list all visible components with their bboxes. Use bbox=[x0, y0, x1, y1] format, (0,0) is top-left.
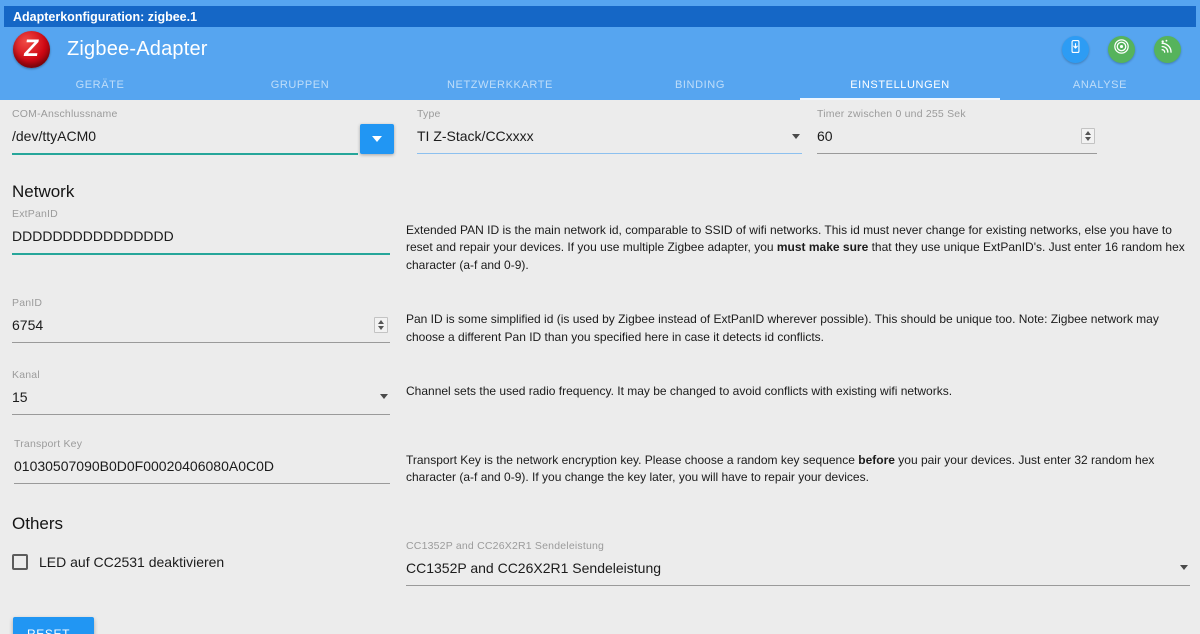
led-disable-checkbox[interactable] bbox=[12, 553, 28, 570]
window-titlebar: Adapterkonfiguration: zigbee.1 bbox=[4, 6, 1196, 27]
top-field-row: COM-Anschlussname Type TI Z-Stack/CCxxxx… bbox=[12, 108, 1190, 155]
transport-key-description: Transport Key is the network encryption … bbox=[406, 452, 1155, 485]
com-port-input[interactable] bbox=[12, 121, 358, 155]
tab-netzwerkkarte[interactable]: NETZWERKKARTE bbox=[400, 71, 600, 100]
others-row: LED auf CC2531 deaktivieren CC1352P and … bbox=[12, 540, 1190, 586]
tx-power-value: CC1352P and CC26X2R1 Sendeleistung bbox=[406, 559, 662, 576]
coordinator-type-field: Type TI Z-Stack/CCxxxx bbox=[417, 108, 802, 155]
channel-description: Channel sets the used radio frequency. I… bbox=[406, 383, 953, 398]
extpanid-group: ExtPanID Extended PAN ID is the main net… bbox=[12, 208, 1190, 274]
timer-field: Timer zwischen 0 und 255 Sek bbox=[817, 108, 1097, 155]
chevron-down-icon bbox=[1180, 565, 1188, 571]
window-title: Adapterkonfiguration: zigbee.1 bbox=[13, 9, 198, 24]
pairing-button[interactable] bbox=[1108, 35, 1135, 63]
channel-value: 15 bbox=[12, 388, 28, 405]
number-stepper-icon[interactable] bbox=[1081, 128, 1095, 144]
led-checkbox-field: LED auf CC2531 deaktivieren bbox=[12, 540, 390, 570]
firmware-update-icon bbox=[1068, 39, 1083, 59]
panid-label: PanID bbox=[12, 297, 43, 310]
zigbee-logo-letter: Z bbox=[22, 35, 41, 62]
led-disable-label[interactable]: LED auf CC2531 deaktivieren bbox=[39, 554, 224, 570]
tab-analyse[interactable]: ANALYSE bbox=[1000, 71, 1200, 100]
channel-select[interactable]: 15 bbox=[12, 382, 390, 415]
transport-key-input[interactable] bbox=[14, 450, 390, 484]
coordinator-type-select[interactable]: TI Z-Stack/CCxxxx bbox=[417, 121, 802, 154]
settings-panel: COM-Anschlussname Type TI Z-Stack/CCxxxx… bbox=[0, 100, 1200, 634]
tx-power-label: CC1352P and CC26X2R1 Sendeleistung bbox=[406, 539, 605, 552]
transport-key-group: Transport Key Transport Key is the netwo… bbox=[12, 438, 1190, 487]
chevron-down-icon bbox=[372, 136, 382, 142]
number-stepper-icon[interactable] bbox=[374, 317, 388, 334]
tx-power-select[interactable]: CC1352P and CC26X2R1 Sendeleistung bbox=[406, 553, 1190, 586]
extpanid-description: Extended PAN ID is the main network id, … bbox=[406, 223, 1185, 272]
tab-einstellungen[interactable]: EINSTELLUNGEN bbox=[800, 71, 1000, 100]
tab-binding[interactable]: BINDING bbox=[600, 71, 800, 100]
chevron-down-icon bbox=[380, 394, 388, 400]
panid-description: Pan ID is some simplified id (is used by… bbox=[406, 312, 1159, 344]
coordinator-type-label: Type bbox=[417, 108, 441, 120]
pairing-icon bbox=[1113, 38, 1130, 60]
header-main: Z Zigbee-Adapter bbox=[0, 27, 1200, 71]
timer-label: Timer zwischen 0 und 255 Sek bbox=[817, 108, 966, 120]
touchlink-icon bbox=[1159, 38, 1176, 60]
network-section-heading: Network bbox=[12, 182, 75, 201]
com-port-dropdown-button[interactable] bbox=[360, 124, 394, 154]
coordinator-type-value: TI Z-Stack/CCxxxx bbox=[417, 128, 534, 144]
timer-input[interactable] bbox=[817, 123, 1081, 149]
others-section-heading: Others bbox=[12, 513, 64, 533]
tab-geraete[interactable]: GERÄTE bbox=[0, 71, 200, 100]
panid-group: PanID Pan ID is some simplified id (is u… bbox=[12, 297, 1190, 346]
adapter-config-window: Adapterkonfiguration: zigbee.1 Z Zigbee-… bbox=[0, 0, 1200, 634]
channel-label: Kanal bbox=[12, 368, 40, 381]
extpanid-input[interactable] bbox=[12, 221, 390, 255]
page-title: Zigbee-Adapter bbox=[67, 37, 208, 60]
tab-gruppen[interactable]: GRUPPEN bbox=[200, 71, 400, 100]
reset-button[interactable]: RESET... bbox=[13, 616, 95, 634]
com-port-field: COM-Anschlussname bbox=[12, 108, 404, 155]
touchlink-button[interactable] bbox=[1154, 35, 1181, 63]
firmware-update-button[interactable] bbox=[1062, 35, 1089, 63]
panid-input[interactable] bbox=[12, 312, 374, 339]
tx-power-field: CC1352P and CC26X2R1 Sendeleistung CC135… bbox=[406, 540, 1190, 586]
header: Adapterkonfiguration: zigbee.1 Z Zigbee-… bbox=[0, 0, 1200, 100]
header-actions bbox=[1062, 35, 1187, 63]
extpanid-label: ExtPanID bbox=[12, 208, 58, 220]
transport-key-label: Transport Key bbox=[14, 437, 83, 450]
com-port-label: COM-Anschlussname bbox=[12, 108, 118, 120]
chevron-down-icon bbox=[792, 133, 800, 139]
zigbee-logo: Z bbox=[13, 30, 50, 68]
tab-bar: GERÄTE GRUPPEN NETZWERKKARTE BINDING EIN… bbox=[0, 71, 1200, 100]
channel-group: Kanal 15 Channel sets the used radio fre… bbox=[12, 369, 1190, 415]
